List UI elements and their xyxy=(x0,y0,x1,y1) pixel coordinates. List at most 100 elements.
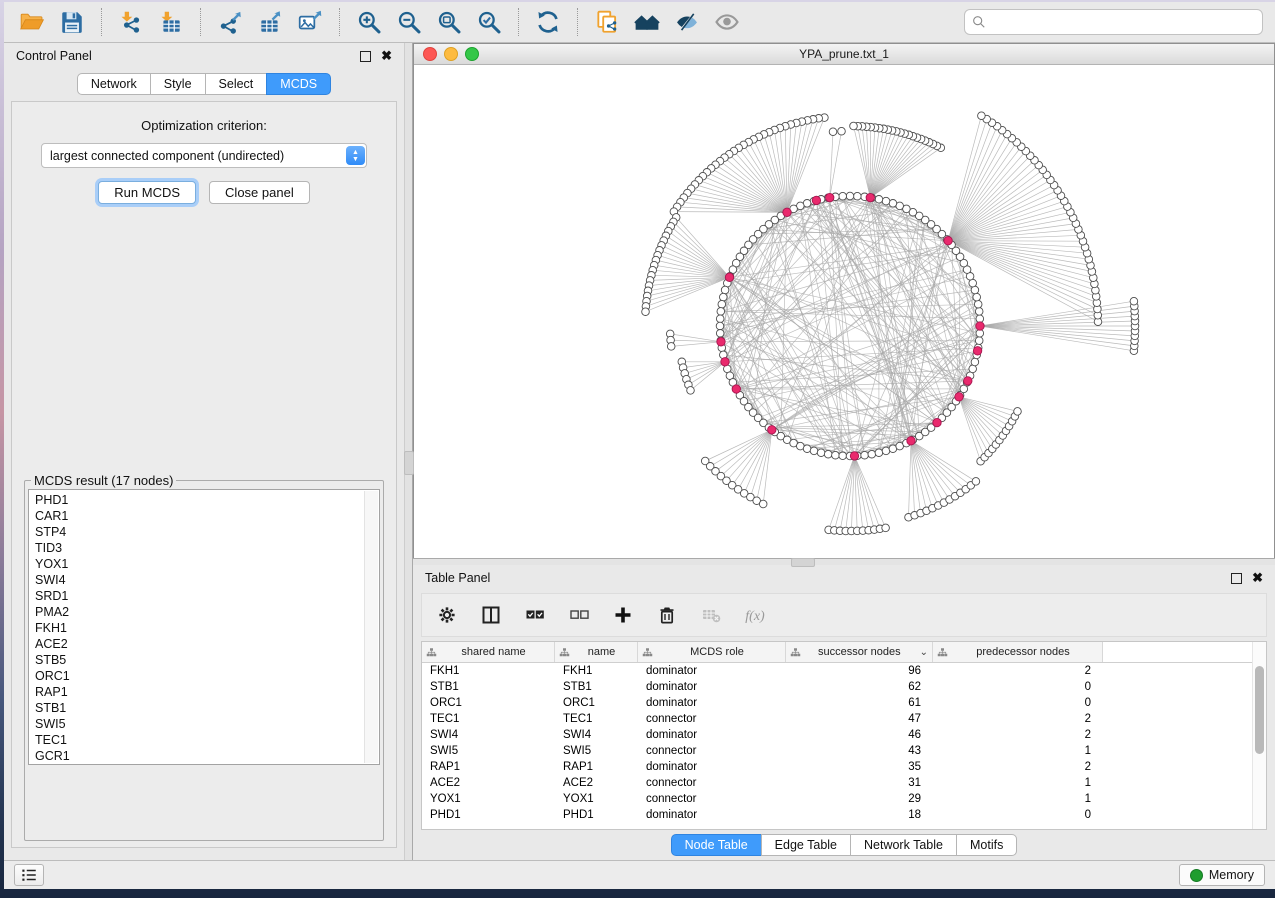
zoom-in-button[interactable] xyxy=(352,6,386,38)
float-panel-icon[interactable] xyxy=(360,51,371,62)
save-button[interactable] xyxy=(55,6,89,38)
refresh-button[interactable] xyxy=(531,6,565,38)
table-row[interactable]: ACE2ACE2connector311 xyxy=(422,775,1266,791)
cell-name: PHD1 xyxy=(555,809,638,821)
table-scrollbar-thumb[interactable] xyxy=(1255,666,1264,754)
columns-button[interactable] xyxy=(476,600,506,630)
import-network-button[interactable] xyxy=(114,6,148,38)
show-details-eye-button[interactable] xyxy=(710,6,744,38)
memory-button[interactable]: Memory xyxy=(1179,864,1265,886)
cell-predecessor-nodes: 2 xyxy=(933,729,1103,741)
delete-button[interactable] xyxy=(652,600,682,630)
column-type-icon xyxy=(426,647,437,658)
tab-select[interactable]: Select xyxy=(205,73,268,95)
mcds-result-node[interactable]: RAP1 xyxy=(35,684,379,700)
mcds-result-node[interactable]: SWI4 xyxy=(35,572,379,588)
horizontal-splitter[interactable] xyxy=(413,558,1275,565)
column-header-MCDS-role[interactable]: MCDS role xyxy=(638,642,786,662)
tab-network-table[interactable]: Network Table xyxy=(850,834,957,856)
mcds-result-node[interactable]: GCR1 xyxy=(35,748,379,764)
tab-style[interactable]: Style xyxy=(150,73,206,95)
documents-share-button[interactable] xyxy=(590,6,624,38)
column-header-name[interactable]: name xyxy=(555,642,638,662)
table-row[interactable]: SWI4SWI4dominator462 xyxy=(422,727,1266,743)
mcds-result-node[interactable]: SWI5 xyxy=(35,716,379,732)
cell-name: RAP1 xyxy=(555,761,638,773)
table-scrollbar[interactable] xyxy=(1252,642,1266,829)
mcds-result-node[interactable]: TID3 xyxy=(35,540,379,556)
network-graph[interactable] xyxy=(414,65,1274,558)
close-table-panel-icon[interactable]: ✖ xyxy=(1252,573,1263,583)
function-button[interactable]: f(x) xyxy=(740,600,770,630)
mcds-result-node[interactable]: TEC1 xyxy=(35,732,379,748)
cell-successor-nodes: 31 xyxy=(786,777,933,789)
mcds-result-node[interactable]: FKH1 xyxy=(35,620,379,636)
network-canvas[interactable] xyxy=(414,65,1274,558)
export-table-button[interactable] xyxy=(253,6,287,38)
mcds-result-list[interactable]: PHD1CAR1STP4TID3YOX1SWI4SRD1PMA2FKH1ACE2… xyxy=(28,489,380,765)
close-panel-icon[interactable]: ✖ xyxy=(381,51,392,61)
table-row[interactable]: STB1STB1dominator620 xyxy=(422,679,1266,695)
table-row[interactable]: SWI5SWI5connector431 xyxy=(422,743,1266,759)
search-input[interactable] xyxy=(991,12,1262,32)
column-header-successor-nodes[interactable]: successor nodes⌄ xyxy=(786,642,933,662)
node-table[interactable]: shared namenameMCDS rolesuccessor nodes⌄… xyxy=(421,641,1267,830)
float-table-panel-icon[interactable] xyxy=(1231,573,1242,584)
mcds-tab-content: Optimization criterion: largest connecte… xyxy=(11,101,397,848)
hide-details-eye-button[interactable] xyxy=(670,6,704,38)
mcds-result-node[interactable]: PHD1 xyxy=(35,492,379,508)
open-folder-icon xyxy=(19,9,45,35)
network-title: YPA_prune.txt_1 xyxy=(414,47,1274,61)
toolbar-separator xyxy=(577,8,578,36)
table-row[interactable]: ORC1ORC1dominator610 xyxy=(422,695,1266,711)
table-row[interactable]: PHD1PHD1dominator180 xyxy=(422,807,1266,823)
tab-edge-table[interactable]: Edge Table xyxy=(761,834,851,856)
search-box[interactable] xyxy=(964,9,1263,35)
table-row[interactable]: YOX1YOX1connector291 xyxy=(422,791,1266,807)
mcds-result-node[interactable]: ORC1 xyxy=(35,668,379,684)
table-row[interactable]: TEC1TEC1connector472 xyxy=(422,711,1266,727)
tab-mcds[interactable]: MCDS xyxy=(266,73,331,95)
cell-MCDS-role: connector xyxy=(638,745,786,757)
tab-node-table[interactable]: Node Table xyxy=(671,834,762,856)
export-network-button[interactable] xyxy=(213,6,247,38)
zoom-fit-button[interactable] xyxy=(432,6,466,38)
vertical-splitter-handle[interactable] xyxy=(404,451,414,475)
mcds-list-scrollbar[interactable] xyxy=(364,491,378,763)
run-mcds-button[interactable]: Run MCDS xyxy=(98,181,196,204)
delete-table-button[interactable] xyxy=(696,600,726,630)
cell-name: SWI4 xyxy=(555,729,638,741)
houses-button[interactable] xyxy=(630,6,664,38)
mcds-result-node[interactable]: STB1 xyxy=(35,700,379,716)
horizontal-splitter-handle[interactable] xyxy=(791,558,815,567)
mcds-result-node[interactable]: STB5 xyxy=(35,652,379,668)
select-all-button[interactable] xyxy=(520,600,550,630)
table-row[interactable]: RAP1RAP1dominator352 xyxy=(422,759,1266,775)
table-row[interactable]: FKH1FKH1dominator962 xyxy=(422,663,1266,679)
mcds-result-node[interactable]: PMA2 xyxy=(35,604,379,620)
open-folder-button[interactable] xyxy=(15,6,49,38)
table-toolbar: f(x) xyxy=(421,593,1267,637)
mcds-result-node[interactable]: CAR1 xyxy=(35,508,379,524)
zoom-selected-button[interactable] xyxy=(472,6,506,38)
add-button[interactable] xyxy=(608,600,638,630)
export-image-button[interactable] xyxy=(293,6,327,38)
cell-MCDS-role: dominator xyxy=(638,809,786,821)
clear-all-button[interactable] xyxy=(564,600,594,630)
zoom-out-button[interactable] xyxy=(392,6,426,38)
vertical-splitter[interactable] xyxy=(404,43,413,860)
task-history-button[interactable] xyxy=(14,864,44,886)
import-table-button[interactable] xyxy=(154,6,188,38)
mcds-result-node[interactable]: SRD1 xyxy=(35,588,379,604)
tab-motifs[interactable]: Motifs xyxy=(956,834,1017,856)
criterion-dropdown[interactable]: largest connected component (undirected)… xyxy=(41,143,367,168)
column-header-predecessor-nodes[interactable]: predecessor nodes xyxy=(933,642,1103,662)
mcds-result-node[interactable]: ACE2 xyxy=(35,636,379,652)
mcds-result-node[interactable]: STP4 xyxy=(35,524,379,540)
close-panel-button[interactable]: Close panel xyxy=(209,181,310,204)
toolbar-icons xyxy=(12,2,747,42)
column-header-shared-name[interactable]: shared name xyxy=(422,642,555,662)
mcds-result-node[interactable]: YOX1 xyxy=(35,556,379,572)
tab-network[interactable]: Network xyxy=(77,73,151,95)
gear-button[interactable] xyxy=(432,600,462,630)
